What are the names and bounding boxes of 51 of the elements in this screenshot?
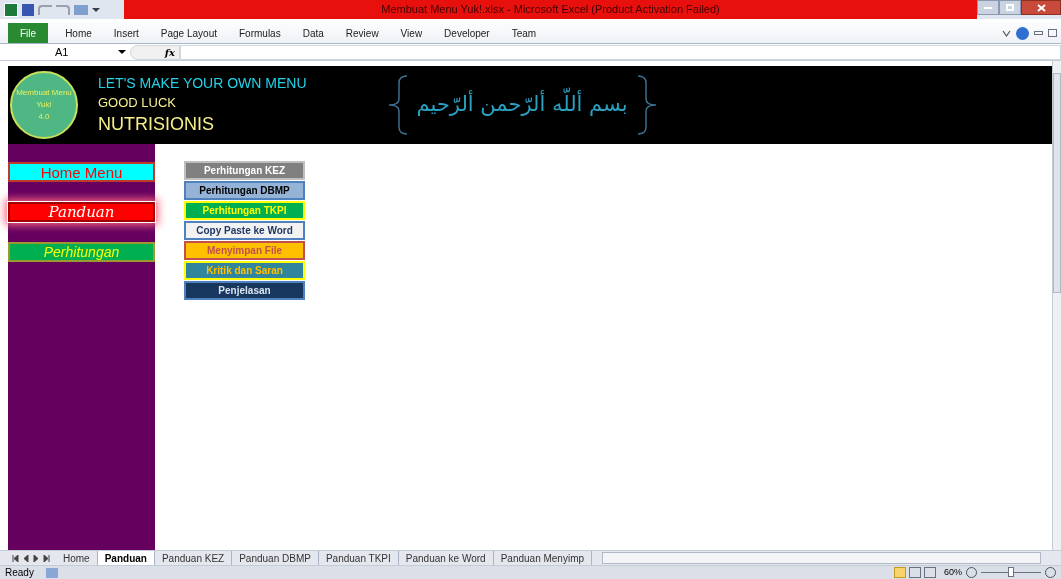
- customize-arrow-icon[interactable]: [92, 7, 100, 12]
- close-button[interactable]: [1021, 0, 1061, 15]
- menu-button[interactable]: Perhitungan DBMP: [184, 181, 305, 200]
- redo-icon[interactable]: [56, 4, 70, 15]
- save-icon[interactable]: [22, 3, 34, 16]
- ribbon-tab[interactable]: Home: [54, 23, 103, 43]
- formula-input[interactable]: [180, 44, 1061, 60]
- banner-heading: LET'S MAKE YOUR OWN MENU: [98, 74, 307, 93]
- zoom-slider-thumb[interactable]: [1008, 567, 1014, 577]
- page-layout-icon[interactable]: [909, 567, 921, 578]
- ribbon-tab[interactable]: Insert: [102, 23, 150, 43]
- banner-subheading: GOOD LUCK: [98, 94, 177, 112]
- ribbon-tab[interactable]: Team: [500, 23, 548, 43]
- window-title: Membuat Menu Yuk!.xlsx - Microsoft Excel (Product Activation Failed): [381, 2, 720, 18]
- close-icon: [1036, 3, 1046, 12]
- logo-text: Yuk!: [36, 99, 52, 111]
- logo-text: Membuat Menu: [16, 87, 72, 99]
- ribbon-tab[interactable]: Page Layout: [149, 23, 228, 43]
- sidebar-menu-button[interactable]: Panduan: [8, 202, 155, 222]
- ribbon-tab[interactable]: File: [8, 23, 49, 43]
- restore-button[interactable]: [999, 0, 1021, 15]
- minimize-icon[interactable]: [1034, 31, 1043, 35]
- minimize-button[interactable]: [977, 0, 999, 15]
- arabic-text: بسم أللّه ألرّحمن ألرّحيم: [408, 89, 636, 121]
- macro-record-icon[interactable]: [45, 567, 58, 578]
- vertical-scrollbar[interactable]: [1052, 61, 1061, 550]
- menu-button[interactable]: Penjelasan: [184, 281, 305, 300]
- ribbon-tab[interactable]: View: [389, 23, 434, 43]
- sheet-navigation-icon[interactable]: [12, 554, 50, 562]
- banner-title: NUTRISIONIS: [98, 113, 215, 136]
- caret-icon[interactable]: [1002, 29, 1011, 37]
- page-break-icon[interactable]: [924, 567, 936, 578]
- brace-icon: [635, 75, 658, 135]
- dropdown-arrow-icon[interactable]: [118, 50, 126, 54]
- brace-icon: [386, 75, 409, 135]
- name-box[interactable]: A1: [0, 44, 130, 60]
- restore-icon[interactable]: [1048, 29, 1057, 37]
- help-icon[interactable]: [1016, 26, 1029, 40]
- ribbon-tab[interactable]: Developer: [433, 23, 501, 43]
- menu-button[interactable]: Perhitungan KEZ: [184, 161, 305, 180]
- status-text: Ready: [5, 566, 34, 579]
- logo-text: 4.0: [38, 111, 50, 123]
- zoom-level: 60%: [944, 565, 962, 579]
- ribbon-tab[interactable]: Data: [291, 23, 335, 43]
- horizontal-scrollbar[interactable]: [602, 552, 1041, 564]
- ribbon-tab[interactable]: Review: [334, 23, 390, 43]
- menu-button[interactable]: Copy Paste ke Word: [184, 221, 305, 240]
- sheet-tab[interactable]: Panduan: [97, 550, 155, 566]
- scroll-thumb[interactable]: [1053, 73, 1061, 293]
- spreadsheet-app-icon: [4, 2, 18, 17]
- ribbon-tab[interactable]: Formulas: [228, 23, 292, 43]
